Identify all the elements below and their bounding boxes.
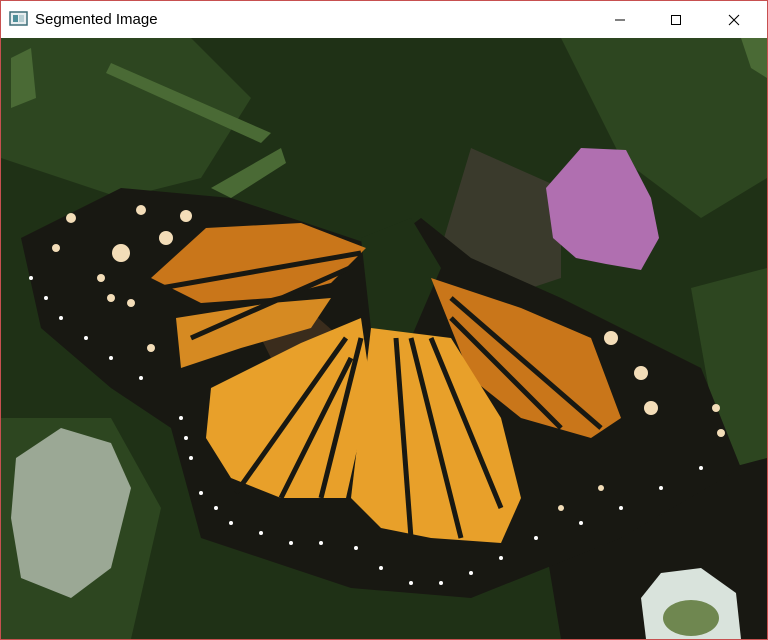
- title-bar[interactable]: Segmented Image: [1, 1, 767, 38]
- image-window-icon: [9, 10, 29, 28]
- close-button[interactable]: [711, 1, 757, 38]
- segmented-image-window: Segmented Image: [0, 0, 768, 640]
- segmented-monarch-butterfly-image: [1, 38, 767, 639]
- segmented-image-canvas: [1, 38, 767, 639]
- close-icon: [728, 14, 740, 25]
- maximize-icon: [671, 14, 681, 25]
- maximize-button[interactable]: [653, 1, 699, 38]
- minimize-button[interactable]: [597, 1, 643, 38]
- window-title: Segmented Image: [35, 11, 158, 28]
- minimize-icon: [615, 19, 625, 20]
